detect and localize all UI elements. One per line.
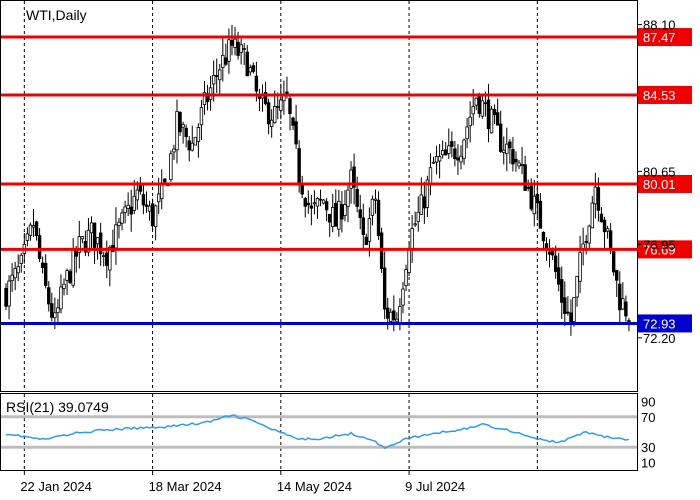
rsi-tick-label: 70: [641, 410, 655, 425]
y-tick-label: 80.65: [643, 164, 676, 179]
chart: 87.4784.5380.0176.6972.93 88.1080.6576.9…: [0, 0, 692, 494]
price-pane-frame: [0, 0, 638, 392]
rsi-title: RSI(21) 39.0749: [6, 399, 109, 415]
y-tick-label: 76.95: [643, 237, 676, 252]
candle: [489, 105, 494, 134]
candle: [178, 111, 182, 136]
rsi-tick-label: 90: [641, 395, 655, 410]
chart-title: WTI,Daily: [26, 7, 87, 23]
x-tick-label: 22 Jan 2024: [20, 479, 92, 494]
y-tick-label: 72.20: [643, 331, 676, 346]
candle: [169, 150, 173, 182]
x-tick-label: 14 May 2024: [277, 479, 352, 494]
candle: [611, 251, 616, 276]
x-tick-label: 9 Jul 2024: [405, 479, 465, 494]
rsi-tick-label: 30: [641, 440, 655, 455]
rsi-tick-label: 10: [641, 455, 655, 470]
rsi-axis-ticks: 9070 3010: [641, 395, 655, 471]
time-axis-ticks: 22 Jan 2024 18 Mar 2024 14 May 2024 9 Jul 2…: [20, 470, 465, 494]
x-tick-label: 18 Mar 2024: [149, 479, 222, 494]
candle: [193, 136, 198, 146]
level-label: 72.93: [643, 316, 676, 331]
y-tick-label: 88.10: [643, 18, 676, 33]
level-label: 84.53: [643, 88, 676, 103]
